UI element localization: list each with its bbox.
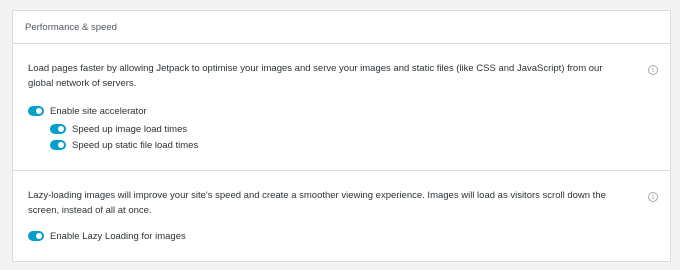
card-title: Performance & speed: [25, 21, 117, 33]
lazy-loading-toggle-row[interactable]: Enable Lazy Loading for images: [28, 228, 630, 244]
static-file-toggle-row[interactable]: Speed up static file load times: [50, 137, 630, 153]
site-accelerator-toggle-label: Enable site accelerator: [50, 105, 147, 117]
image-load-toggle-row[interactable]: Speed up image load times: [50, 121, 630, 137]
image-load-toggle-label: Speed up image load times: [72, 123, 188, 135]
lazy-loading-section: Lazy-loading images will improve your si…: [13, 171, 670, 261]
performance-speed-card: Performance & speed Load pages faster by…: [12, 10, 671, 262]
lazy-loading-toggle-label: Enable Lazy Loading for images: [50, 230, 186, 242]
image-load-toggle[interactable]: [50, 124, 66, 134]
info-icon[interactable]: i: [648, 65, 658, 75]
lazy-loading-toggle[interactable]: [28, 231, 44, 241]
site-accelerator-toggle[interactable]: [28, 106, 44, 116]
static-file-toggle[interactable]: [50, 140, 66, 150]
site-accelerator-section: Load pages faster by allowing Jetpack to…: [13, 44, 670, 171]
site-accelerator-sub-toggles: Speed up image load times Speed up stati…: [28, 121, 630, 153]
lazy-loading-description: Lazy-loading images will improve your si…: [28, 190, 606, 216]
page: Performance & speed Load pages faster by…: [0, 0, 680, 270]
site-accelerator-toggle-row[interactable]: Enable site accelerator: [28, 103, 630, 119]
card-header: Performance & speed: [13, 11, 670, 44]
static-file-toggle-label: Speed up static file load times: [72, 139, 199, 151]
info-icon[interactable]: i: [648, 192, 658, 202]
site-accelerator-description: Load pages faster by allowing Jetpack to…: [28, 63, 603, 89]
